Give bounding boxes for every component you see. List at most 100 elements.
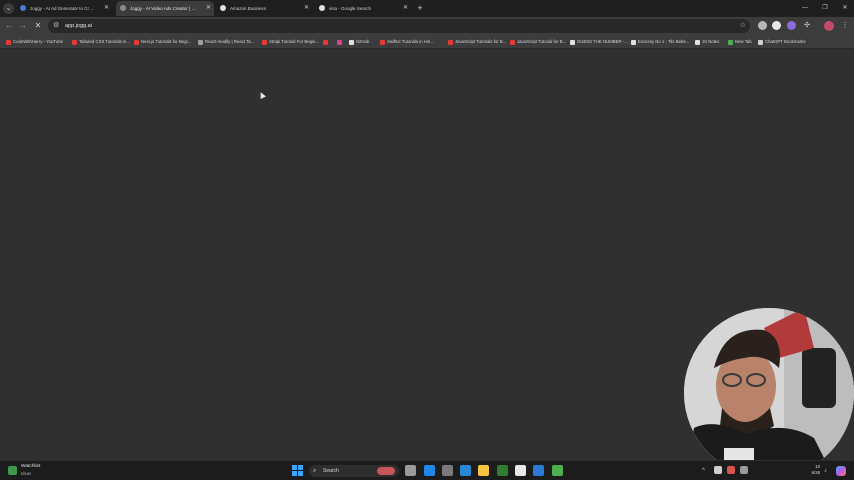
chrome-icon[interactable]	[515, 465, 526, 476]
tab-title: Amazon Business	[230, 6, 267, 11]
bookmark-item[interactable]: Excessy No 1 - Tils Bebe...	[631, 37, 689, 47]
tab-close-icon[interactable]: ✕	[104, 1, 109, 16]
chevron-down-icon: ⌄	[5, 5, 12, 12]
search-label: Search	[323, 468, 339, 474]
tab-google-search[interactable]: visa - Google Search ✕	[315, 1, 411, 16]
bookmark-favicon-icon	[728, 39, 733, 45]
bookmark-favicon-icon	[323, 39, 328, 45]
bookmark-item[interactable]	[337, 37, 344, 47]
bookmarks-bar: CodeWithHarry - YouTube Tailwind CSS Tuto…	[0, 35, 854, 49]
bookmark-item[interactable]: Tailwind CSS Tutorials in...	[72, 37, 130, 47]
search-highlight-icon	[377, 467, 395, 475]
bookmark-item[interactable]: SwiftUI Tutorials in Hin...	[380, 37, 434, 47]
star-icon[interactable]: ☆	[740, 19, 746, 33]
tab-search-button[interactable]: ⌄	[3, 3, 14, 14]
bookmark-item[interactable]	[323, 37, 330, 47]
bookmark-label: SwiftUI Tutorials in Hin...	[387, 39, 434, 44]
taskbar-search[interactable]: ⌕ Search	[309, 465, 399, 477]
presenter-image	[684, 308, 854, 478]
more-vert-icon[interactable]: ⋮	[840, 20, 850, 32]
tab-close-icon[interactable]: ✕	[304, 1, 309, 16]
maximize-button[interactable]: ❐	[818, 2, 832, 14]
bookmark-favicon-icon	[337, 39, 342, 45]
watchlist-widget[interactable]: Watchlist Ideas	[8, 464, 50, 478]
store-icon[interactable]	[424, 465, 435, 476]
bell-icon[interactable]: ♪	[824, 466, 827, 476]
bookmark-item[interactable]: Strapi Tutorial For Begin...	[262, 37, 319, 47]
profile-avatar[interactable]	[824, 21, 834, 31]
widget-title: Watchlist	[21, 464, 41, 469]
extension-icon[interactable]	[787, 21, 796, 30]
bookmark-item[interactable]: ChatGPT Bookmarks	[758, 37, 806, 47]
browser-window: ⌄ Joggy - AI Ad Generator to Create Vi ✕…	[0, 0, 854, 480]
bookmark-label: New Tab	[735, 39, 752, 44]
tab-amazon-business[interactable]: Amazon Business ✕	[216, 1, 312, 16]
chevron-up-icon[interactable]: ^	[702, 465, 705, 477]
clock-date: 6/26	[811, 470, 820, 475]
minimize-button[interactable]: —	[798, 2, 812, 14]
bookmark-item[interactable]: CodeWithHarry - YouTube	[6, 37, 63, 47]
close-icon: ✕	[34, 21, 42, 30]
puzzle-icon[interactable]: ✣	[802, 20, 812, 32]
bookmark-label: JavaScript Tutorials for B...	[455, 39, 507, 44]
address-bar[interactable]: ⚙ app.jogg.ai ☆	[48, 19, 750, 33]
arrow-left-icon: ←	[5, 21, 13, 30]
maximize-icon: ❐	[822, 5, 828, 11]
bookmark-item[interactable]: Next.js Tutorials for Begi...	[134, 37, 191, 47]
file-explorer-icon[interactable]	[478, 465, 489, 476]
tab-title: Joggy - AI Video Ads Creator | Fast &	[130, 6, 198, 11]
antivirus-icon[interactable]	[727, 466, 735, 474]
tab-favicon-icon	[120, 5, 126, 11]
bookmark-label: JS Notes	[702, 39, 720, 44]
window-close-button[interactable]: ✕	[838, 2, 852, 14]
tab-close-icon[interactable]: ✕	[403, 1, 408, 16]
tab-close-icon[interactable]: ✕	[206, 1, 211, 16]
tab-favicon-icon	[319, 5, 325, 11]
tab-favicon-icon	[20, 5, 26, 11]
bookmark-favicon-icon	[510, 39, 515, 45]
webcam-overlay	[684, 308, 854, 478]
bookmark-label: Tailwind CSS Tutorials in...	[79, 39, 130, 44]
stop-loading-button[interactable]: ✕	[32, 20, 44, 32]
extension-icon[interactable]	[758, 21, 767, 30]
bookmark-favicon-icon	[570, 39, 575, 45]
tab-joggy-ad-generator[interactable]: Joggy - AI Ad Generator to Create Vi ✕	[16, 1, 112, 16]
network-icon[interactable]	[740, 466, 748, 474]
bookmark-label: GUESS THE NUMBER -...	[577, 39, 628, 44]
extension-icon[interactable]	[772, 21, 781, 30]
url-text[interactable]: app.jogg.ai	[65, 19, 92, 33]
onedrive-icon[interactable]	[714, 466, 722, 474]
chrome-canary-icon[interactable]	[552, 465, 563, 476]
forward-button[interactable]: →	[17, 20, 29, 32]
bookmark-favicon-icon	[631, 39, 636, 45]
chart-icon	[8, 466, 17, 475]
chrome-icon[interactable]	[497, 465, 508, 476]
outlook-icon[interactable]	[460, 465, 471, 476]
bookmark-item[interactable]: GitHub	[349, 37, 369, 47]
bookmark-item[interactable]: JavaScript Tutorial for B...	[510, 37, 566, 47]
bookmark-favicon-icon	[448, 39, 453, 45]
taskbar-clock[interactable]: 10 6/26	[806, 464, 820, 476]
bookmark-favicon-icon	[72, 39, 77, 45]
settings-icon[interactable]	[442, 465, 453, 476]
bookmark-favicon-icon	[380, 39, 385, 45]
tune-icon[interactable]: ⚙	[53, 20, 59, 32]
bookmark-item[interactable]: JavaScript Tutorials for B...	[448, 37, 506, 47]
bookmark-item[interactable]: GUESS THE NUMBER -...	[570, 37, 628, 47]
bookmark-label: Next.js Tutorials for Begi...	[141, 39, 192, 44]
bookmark-label: GitHub	[356, 39, 370, 44]
start-button[interactable]	[292, 465, 303, 476]
back-button[interactable]: ←	[3, 20, 15, 32]
tab-joggy-video-ads[interactable]: Joggy - AI Video Ads Creator | Fast & ✕	[116, 1, 214, 16]
bookmark-favicon-icon	[262, 39, 267, 45]
bookmark-label: JavaScript Tutorial for B...	[517, 39, 567, 44]
task-view-icon[interactable]	[405, 465, 416, 476]
bookmark-item[interactable]: React-modify | React Ta...	[198, 37, 254, 47]
bookmark-item[interactable]: JS Notes	[695, 37, 719, 47]
windows-taskbar: Watchlist Ideas ⌕ Search ^ 10 6/26 ♪	[0, 460, 854, 480]
new-tab-button[interactable]: +	[415, 2, 425, 14]
vscode-icon[interactable]	[533, 465, 544, 476]
bookmark-item[interactable]: New Tab	[728, 37, 752, 47]
copilot-icon[interactable]	[836, 466, 846, 476]
bookmark-favicon-icon	[695, 39, 700, 45]
